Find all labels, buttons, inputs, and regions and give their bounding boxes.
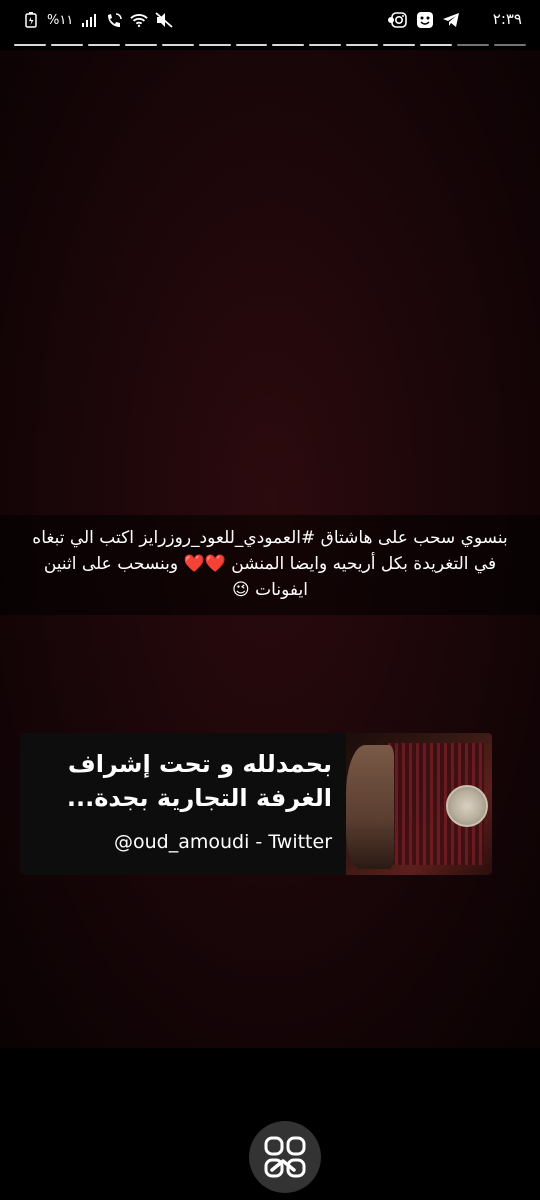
recent-apps-button[interactable] (249, 1121, 321, 1193)
story-progress (14, 44, 526, 46)
progress-segment (420, 44, 453, 46)
progress-segment (272, 44, 305, 46)
progress-segment (309, 44, 342, 46)
status-bar: %١١ ٢:٣٩ (0, 0, 540, 40)
caption-line-3: ايفونات 😉 (232, 580, 308, 600)
mute-icon (155, 11, 173, 29)
wifi-icon (130, 11, 149, 29)
story-screen: %١١ ٢:٣٩ بنسوي سحب على هاشتاق #العمودي_ل… (0, 0, 540, 1200)
caption-line-2: في التغريدة بكل أريحيه وايضا المنشن ❤️❤️… (43, 554, 497, 574)
apps-grid-icon (264, 1136, 306, 1178)
card-title: بحمدلله و تحت إشراف الغرفة التجارية بجدة… (66, 750, 332, 812)
chevron-up-icon[interactable] (270, 1158, 296, 1172)
wifi-call-icon (105, 11, 123, 29)
battery-icon (22, 11, 40, 29)
status-time: ٢:٣٩ (492, 10, 522, 28)
story-caption: بنسوي سحب على هاشتاق #العمودي_للعود_روزر… (0, 515, 540, 615)
progress-segment (124, 44, 157, 46)
progress-segment (383, 44, 416, 46)
progress-segment (161, 44, 194, 46)
battery-percent: %١١ (47, 12, 74, 28)
progress-segment (346, 44, 379, 46)
instagram-icon (390, 11, 408, 29)
status-left-icons: %١١ (22, 11, 173, 29)
thumbnail-person (346, 745, 394, 869)
progress-segment (50, 44, 83, 46)
progress-segment (87, 44, 120, 46)
thumbnail-ornament (446, 785, 488, 827)
progress-segment (235, 44, 268, 46)
caption-line-1: بنسوي سحب على هاشتاق #العمودي_للعود_روزر… (32, 528, 508, 548)
card-source: @oud_amoudi - Twitter (114, 831, 332, 853)
progress-segment (14, 44, 46, 46)
sticker-app-icon (416, 11, 434, 29)
progress-segment (493, 44, 526, 46)
card-thumbnail (346, 733, 492, 875)
signal-icon (80, 11, 98, 29)
progress-segment (457, 44, 489, 46)
status-right-icons (390, 11, 460, 29)
tweet-link-card[interactable]: بحمدلله و تحت إشراف الغرفة التجارية بجدة… (20, 733, 492, 875)
telegram-icon (442, 11, 460, 29)
progress-segment (198, 44, 231, 46)
